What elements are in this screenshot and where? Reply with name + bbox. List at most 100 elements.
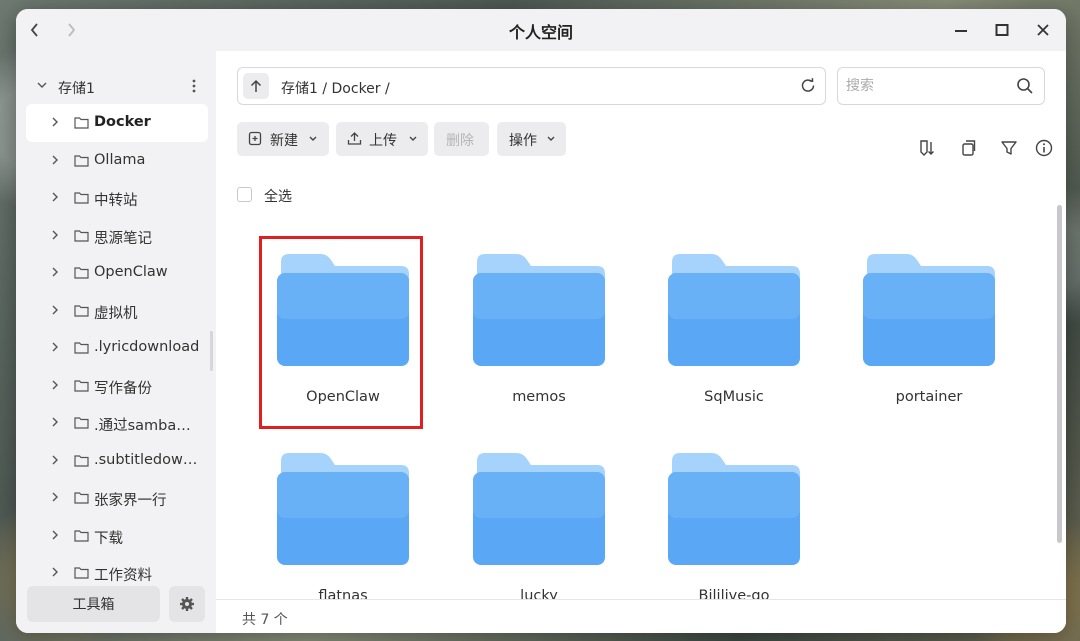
sidebar-root-storage1[interactable]: 存储1: [16, 75, 216, 99]
folder-icon: [74, 267, 89, 279]
folder-icon: [74, 492, 89, 504]
delete-button[interactable]: 删除: [434, 122, 489, 156]
select-all-label: 全选: [264, 189, 292, 205]
sidebar-item-vm[interactable]: 虚拟机: [26, 292, 208, 330]
chevron-right-icon: [52, 230, 58, 239]
minimize-icon: [955, 30, 967, 32]
sidebar-item-label: Ollama: [94, 151, 146, 168]
chevron-down-icon: [37, 82, 47, 88]
folder-icon: [74, 342, 89, 354]
chevron-right-icon: [52, 455, 58, 464]
gear-icon: [180, 597, 194, 611]
folder-icon: [74, 229, 89, 242]
chevron-right-icon: [52, 192, 58, 202]
folder-icon: [74, 192, 89, 204]
sidebar-item-label: 张家界一行: [94, 493, 167, 509]
chevron-right-icon: [52, 380, 58, 389]
sidebar-item-transit[interactable]: 中转站: [26, 179, 208, 217]
path-bar[interactable]: 存储1 / Docker /: [237, 67, 826, 105]
toolbox-button[interactable]: 工具箱: [27, 586, 160, 622]
more-vertical-icon[interactable]: [186, 77, 202, 95]
select-all-checkbox[interactable]: [237, 187, 252, 202]
search-icon[interactable]: [1016, 77, 1034, 95]
chevron-right-icon: [52, 267, 58, 277]
info-icon[interactable]: [1034, 138, 1054, 158]
actions-label: 操作: [509, 133, 537, 149]
folder-tile-lucky[interactable]: lucky: [451, 435, 611, 599]
chevron-down-icon: [309, 136, 317, 141]
folder-name: flatnas: [318, 588, 368, 599]
folder-icon: [473, 254, 605, 366]
sidebar-item-label: 工作资料: [94, 568, 152, 584]
new-button[interactable]: 新建: [237, 122, 329, 156]
maximize-button[interactable]: [990, 19, 1014, 41]
sidebar-item-label: .subtitledow…: [94, 451, 198, 468]
new-file-icon: [248, 131, 262, 146]
refresh-icon[interactable]: [799, 77, 817, 95]
sidebar-item-zhangjiajie[interactable]: 张家界一行: [26, 479, 208, 517]
main-scrollbar[interactable]: [1057, 205, 1062, 543]
folder-tile-bililive-go[interactable]: Bililive-go: [646, 435, 806, 599]
upload-icon: [347, 132, 362, 145]
file-manager-window: 个人空间 存储1 Docker Ollama 中转站 思源笔记 OpenClaw…: [16, 9, 1066, 633]
filter-icon[interactable]: [999, 138, 1019, 158]
folder-tile-flatnas[interactable]: flatnas: [255, 435, 415, 599]
folder-icon: [277, 254, 409, 366]
upload-label: 上传: [369, 133, 397, 149]
status-bar: 共 7 个: [216, 599, 1066, 633]
folder-tile-portainer[interactable]: portainer: [841, 236, 1001, 421]
chevron-right-icon: [52, 155, 58, 164]
chevron-right-icon: [52, 305, 58, 314]
sidebar-item-samba[interactable]: .通过samba…: [26, 404, 208, 442]
sidebar-item-label: OpenClaw: [94, 264, 168, 280]
folder-name: portainer: [895, 389, 963, 405]
chevron-right-icon: [52, 492, 58, 502]
folder-tile-sqmusic[interactable]: SqMusic: [646, 236, 806, 421]
sidebar-folder-list: Docker Ollama 中转站 思源笔记 OpenClaw 虚拟机 .lyr…: [26, 104, 208, 592]
sidebar-scrollbar[interactable]: [210, 331, 213, 371]
sidebar-item-siyuan[interactable]: 思源笔记: [26, 217, 208, 255]
folder-icon: [668, 254, 800, 366]
folder-icon: [74, 304, 89, 317]
sort-icon[interactable]: [917, 138, 937, 158]
copy-icon[interactable]: [958, 138, 978, 158]
folder-icon: [74, 454, 89, 467]
folder-name: SqMusic: [704, 389, 764, 405]
sidebar-item-downloads[interactable]: 下载: [26, 517, 208, 555]
folder-icon: [74, 417, 89, 429]
chevron-right-icon: [52, 567, 58, 577]
close-icon: [1037, 24, 1049, 36]
folder-name: lucky: [520, 588, 558, 599]
minimize-button[interactable]: [949, 19, 973, 41]
arrow-up-icon: [250, 79, 262, 92]
sidebar-item-writing-backup[interactable]: 写作备份: [26, 367, 208, 405]
parent-directory-button[interactable]: [243, 73, 269, 99]
settings-button[interactable]: [169, 586, 205, 622]
close-button[interactable]: [1031, 19, 1055, 41]
folder-icon: [74, 529, 89, 542]
folder-name: memos: [512, 389, 566, 405]
sidebar-item-label: .通过samba…: [94, 418, 191, 434]
new-label: 新建: [270, 133, 298, 149]
sidebar-item-label: 思源笔记: [94, 230, 152, 247]
actions-button[interactable]: 操作: [497, 122, 566, 156]
folder-tile-memos[interactable]: memos: [451, 236, 611, 421]
folder-tile-openclaw[interactable]: OpenClaw: [255, 236, 423, 429]
folder-name: OpenClaw: [306, 389, 380, 405]
sidebar-item-openclaw[interactable]: OpenClaw: [26, 254, 208, 292]
folder-icon: [473, 453, 605, 565]
chevron-down-icon: [547, 136, 555, 141]
upload-button[interactable]: 上传: [336, 122, 428, 156]
sidebar-item-label: 下载: [94, 530, 123, 547]
sidebar-root-label: 存储1: [58, 81, 95, 97]
sidebar-item-ollama[interactable]: Ollama: [26, 142, 208, 180]
sidebar-item-subtitledownload[interactable]: .subtitledow…: [26, 442, 208, 480]
sidebar-item-docker[interactable]: Docker: [26, 104, 208, 142]
search-input[interactable]: [846, 76, 1006, 96]
folder-icon: [668, 453, 800, 565]
sidebar-item-label: 虚拟机: [94, 305, 138, 322]
titlebar: 个人空间: [16, 9, 1066, 51]
main-panel: 存储1 / Docker / 新建 上传 删除 操作: [216, 51, 1066, 633]
folder-icon: [74, 154, 89, 167]
sidebar-item-lyricdownload[interactable]: .lyricdownload: [26, 329, 208, 367]
